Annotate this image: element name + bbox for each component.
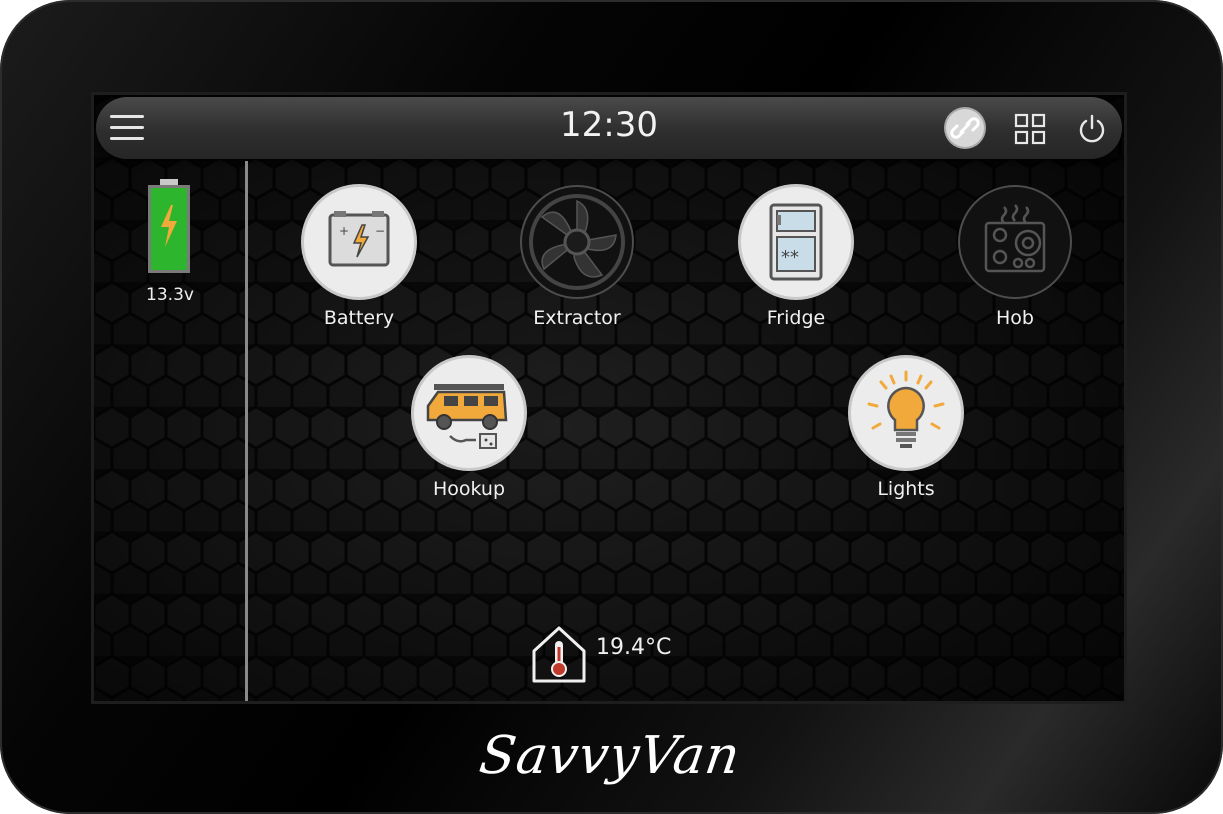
tile-battery-button[interactable]: + − bbox=[304, 187, 414, 297]
car-battery-icon: + − bbox=[328, 211, 390, 267]
brand-logo: SavvyVan bbox=[476, 718, 744, 808]
hob-icon bbox=[984, 204, 1046, 273]
svg-text:−: − bbox=[375, 224, 385, 238]
tile-hookup-button[interactable] bbox=[414, 358, 524, 468]
tile-fridge[interactable]: ** Fridge bbox=[726, 187, 866, 337]
thermometer-house-icon bbox=[532, 626, 586, 683]
fridge-icon: ** bbox=[769, 203, 823, 281]
tile-lights[interactable]: Lights bbox=[836, 358, 976, 508]
tile-label: Lights bbox=[877, 478, 935, 500]
battery-voltage: 13.3v bbox=[146, 285, 194, 305]
brand-name: SavvyVan bbox=[475, 726, 745, 786]
tile-lights-button[interactable] bbox=[851, 358, 961, 468]
tile-hob-button[interactable] bbox=[960, 187, 1070, 297]
tile-label: Hookup bbox=[432, 478, 506, 500]
power-icon[interactable] bbox=[1076, 113, 1108, 145]
van-hookup-icon bbox=[426, 384, 508, 449]
tile-label: Hob bbox=[996, 307, 1034, 329]
tile-hob[interactable]: Hob bbox=[945, 187, 1085, 337]
apps-grid-icon[interactable] bbox=[1014, 113, 1046, 145]
sidebar-divider bbox=[245, 161, 248, 701]
battery-level-icon bbox=[148, 179, 190, 273]
tile-label: Fridge bbox=[766, 307, 826, 329]
svg-text:+: + bbox=[339, 224, 349, 238]
tile-hookup[interactable]: Hookup bbox=[399, 358, 539, 508]
top-bar: 12:30 bbox=[96, 97, 1122, 159]
tile-label: Extractor bbox=[533, 307, 621, 329]
tile-label: Battery bbox=[323, 307, 395, 329]
fan-icon bbox=[529, 194, 625, 290]
tile-battery[interactable]: + − Battery bbox=[289, 187, 429, 337]
temperature-value: 19.4°C bbox=[596, 635, 672, 660]
link-icon[interactable] bbox=[946, 109, 984, 147]
tile-extractor-button[interactable] bbox=[522, 187, 632, 297]
menu-icon[interactable] bbox=[110, 115, 144, 141]
tile-fridge-button[interactable]: ** bbox=[741, 187, 851, 297]
tile-extractor[interactable]: Extractor bbox=[507, 187, 647, 337]
svg-text:**: ** bbox=[781, 247, 799, 268]
screen: 12:30 13.3v + − Battery Extractor ** Fri… bbox=[94, 95, 1124, 701]
light-bulb-icon bbox=[867, 370, 945, 448]
device-frame: 12:30 13.3v + − Battery Extractor ** Fri… bbox=[0, 0, 1223, 814]
